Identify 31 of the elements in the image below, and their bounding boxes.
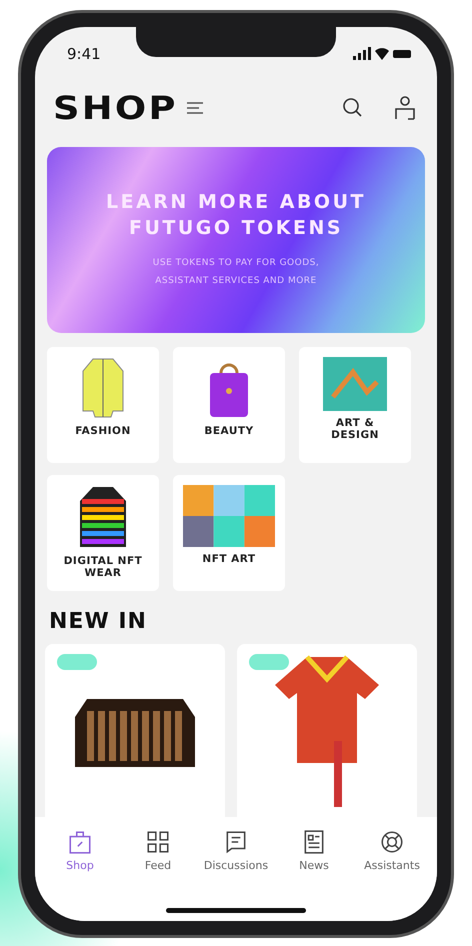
category-card[interactable]: NFT ART [173, 475, 285, 591]
category-label: DIGITAL NFT WEAR [62, 555, 144, 580]
nav-tab[interactable]: Feed [120, 829, 196, 893]
jacket-image [78, 485, 128, 549]
status-icons [353, 47, 411, 61]
nav-tab[interactable]: Assistants [354, 829, 430, 893]
category-label: BEAUTY [203, 425, 255, 438]
category-card[interactable]: ART & DESIGN [299, 347, 411, 463]
category-label: FASHION [74, 425, 132, 438]
nav-tab[interactable]: News [276, 829, 352, 893]
lifebuoy-icon [379, 829, 405, 855]
category-card[interactable]: BEAUTY [173, 347, 285, 463]
product-card[interactable] [45, 644, 225, 817]
category-label: NFT ART [201, 553, 257, 566]
banner-title: LEARN MORE ABOUT FUTUGO TOKENS [105, 190, 367, 241]
category-card[interactable]: DIGITAL NFT WEAR [47, 475, 159, 591]
section-title: NEW IN [49, 609, 148, 634]
grid-icon [145, 829, 171, 855]
promo-banner[interactable]: LEARN MORE ABOUT FUTUGO TOKENS USE TOKENS TO PAY FOR GOODS, ASSISTANT SERVICES AND MORE [47, 147, 425, 333]
shop-title: SHOP [53, 89, 178, 127]
category-card[interactable]: FASHION [47, 347, 159, 463]
jacket-image [81, 357, 125, 419]
menu-icon[interactable] [185, 101, 206, 115]
category-label: ART & DESIGN [330, 417, 380, 442]
nav-tab[interactable]: Shop [42, 829, 118, 893]
shopping-bag-icon [67, 829, 93, 855]
banner-subtitle: USE TOKENS TO PAY FOR GOODS, ASSISTANT SERVICES AND MORE [152, 256, 320, 288]
painting-image [323, 357, 387, 411]
nav-tab[interactable]: Discussions [198, 829, 274, 893]
status-time: 9:41 [67, 45, 101, 63]
user-icon[interactable] [393, 95, 417, 121]
